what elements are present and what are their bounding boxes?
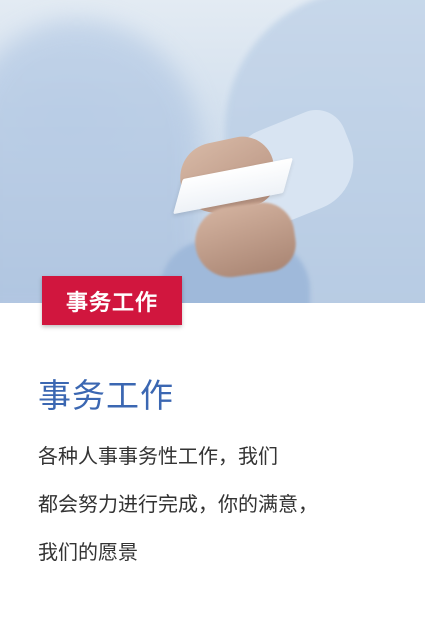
card-title: 事务工作 [38, 376, 174, 415]
hero-photo [0, 0, 425, 303]
card-description: 各种人事事务性工作，我们 都会努力进行完成，你的满意， 我们的愿景 [38, 432, 410, 576]
service-card[interactable]: 事务工作 事务工作 各种人事事务性工作，我们 都会努力进行完成，你的满意， 我们… [0, 0, 425, 640]
description-line: 我们的愿景 [38, 540, 138, 564]
category-tag: 事务工作 [42, 276, 182, 325]
description-line: 都会努力进行完成，你的满意， [38, 492, 318, 516]
description-line: 各种人事事务性工作，我们 [38, 444, 278, 468]
